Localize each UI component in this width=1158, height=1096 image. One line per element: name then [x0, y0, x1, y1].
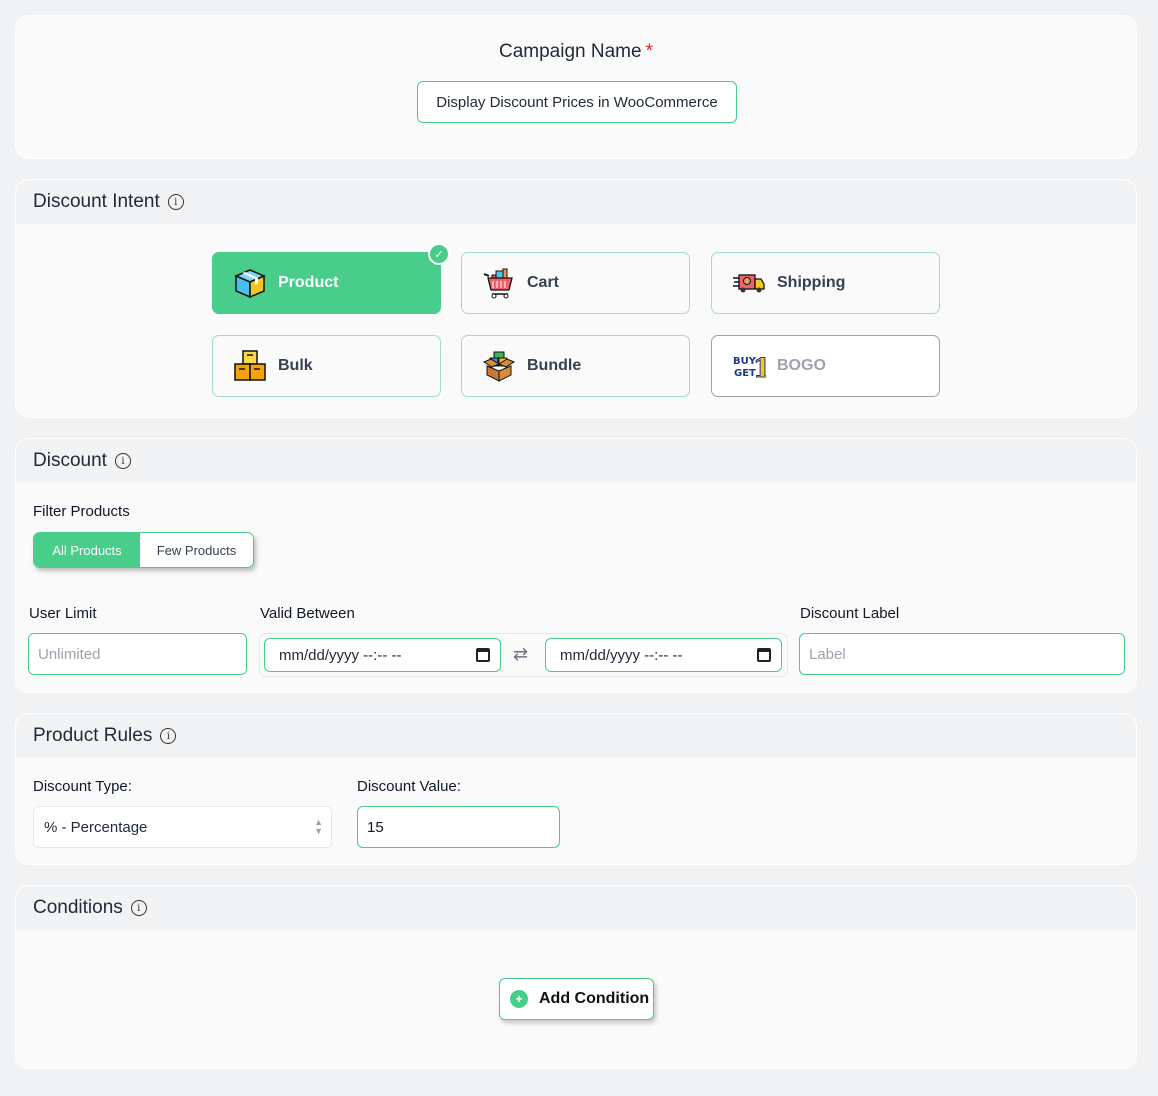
- add-condition-label: Add Condition: [539, 990, 650, 1007]
- intent-product-button[interactable]: Product ✓: [212, 243, 450, 314]
- delivery-truck-icon: [732, 266, 766, 300]
- filter-few-products-option[interactable]: Few Products: [140, 533, 253, 567]
- user-limit-input[interactable]: [28, 633, 247, 675]
- campaign-name-input[interactable]: [417, 81, 737, 123]
- add-condition-button[interactable]: + Add Condition: [499, 978, 654, 1020]
- stacked-boxes-icon: [233, 349, 267, 383]
- discount-intent-card: Discount Intent i Product ✓ Cart Shippin…: [15, 179, 1137, 418]
- shopping-cart-icon: [482, 266, 516, 300]
- discount-header: Discount i: [16, 439, 1136, 483]
- discount-intent-header: Discount Intent i: [16, 180, 1136, 224]
- calendar-icon[interactable]: [476, 648, 490, 662]
- product-rules-card: Product Rules i Discount Type: % - Perce…: [15, 713, 1137, 865]
- info-icon[interactable]: i: [130, 900, 147, 916]
- date-range-group: mm/dd/yyyy --:-- -- ⇄ mm/dd/yyyy --:-- -…: [259, 633, 788, 677]
- user-limit-label: User Limit: [29, 605, 97, 622]
- filter-products-toggle: All Products Few Products: [33, 532, 254, 568]
- intent-bundle-label: Bundle: [527, 357, 582, 374]
- campaign-name-card: Campaign Name *: [15, 15, 1137, 159]
- intent-product-label: Product: [278, 274, 339, 291]
- product-box-icon: [233, 266, 267, 300]
- intent-bogo-button[interactable]: BUYGET1 BOGO: [711, 335, 940, 397]
- end-date-input[interactable]: mm/dd/yyyy --:-- --: [545, 638, 782, 672]
- start-date-input[interactable]: mm/dd/yyyy --:-- --: [264, 638, 501, 672]
- start-date-value: mm/dd/yyyy --:-- --: [279, 646, 402, 664]
- intent-bogo-label: BOGO: [777, 357, 826, 374]
- info-icon[interactable]: i: [114, 453, 131, 469]
- discount-label-label: Discount Label: [800, 605, 900, 622]
- filter-all-products-option[interactable]: All Products: [34, 533, 140, 567]
- conditions-title: Conditions: [33, 897, 123, 918]
- swap-arrows-icon: ⇄: [513, 644, 529, 664]
- discount-card: Discount i Filter Products All Products …: [15, 438, 1137, 693]
- conditions-card: Conditions i + Add Condition: [15, 885, 1137, 1069]
- product-rules-title: Product Rules: [33, 725, 153, 746]
- buy-get-one-icon: BUYGET1: [732, 349, 766, 384]
- product-rules-header: Product Rules i: [16, 714, 1136, 758]
- intent-cart-label: Cart: [527, 274, 560, 291]
- discount-title: Discount: [33, 450, 107, 471]
- intent-shipping-button[interactable]: Shipping: [711, 252, 940, 314]
- open-box-icon: [482, 349, 516, 383]
- conditions-header: Conditions i: [16, 886, 1136, 930]
- info-icon[interactable]: i: [167, 194, 184, 210]
- end-date-value: mm/dd/yyyy --:-- --: [560, 646, 683, 664]
- intent-bulk-label: Bulk: [278, 357, 313, 374]
- campaign-name-label: Campaign Name *: [16, 41, 1136, 63]
- discount-value-input[interactable]: [357, 806, 560, 848]
- discount-value-label: Discount Value:: [357, 778, 461, 795]
- info-icon[interactable]: i: [160, 728, 177, 744]
- plus-circle-icon: +: [510, 990, 528, 1008]
- discount-type-select[interactable]: % - Percentage ▲ ▼: [33, 806, 332, 848]
- intent-shipping-label: Shipping: [777, 274, 846, 291]
- valid-between-label: Valid Between: [260, 605, 355, 622]
- select-arrows-icon: ▲ ▼: [314, 817, 323, 836]
- intent-cart-button[interactable]: Cart: [461, 252, 690, 314]
- discount-label-input[interactable]: [799, 633, 1125, 675]
- filter-products-label: Filter Products: [33, 503, 130, 520]
- intent-bundle-button[interactable]: Bundle: [461, 335, 690, 397]
- discount-intent-title: Discount Intent: [33, 191, 160, 212]
- intent-bulk-button[interactable]: Bulk: [212, 335, 441, 397]
- svg-text:1: 1: [753, 354, 766, 383]
- campaign-name-text: Campaign Name: [499, 41, 642, 62]
- discount-type-value: % - Percentage: [44, 818, 148, 836]
- required-marker: *: [645, 41, 653, 62]
- selected-check-icon: ✓: [428, 243, 450, 265]
- discount-type-label: Discount Type:: [33, 778, 132, 795]
- calendar-icon[interactable]: [757, 648, 771, 662]
